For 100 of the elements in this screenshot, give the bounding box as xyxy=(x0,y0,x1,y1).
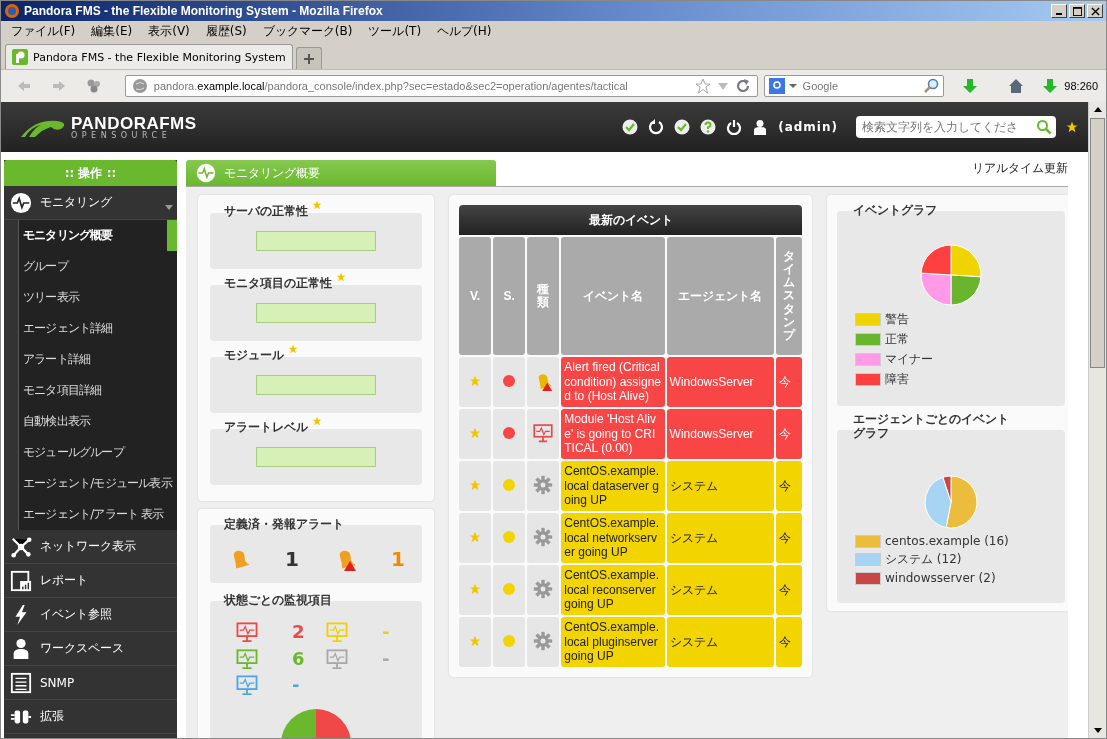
user-name[interactable]: (admin) xyxy=(778,120,838,134)
logo-subtitle: OPENSOURCE xyxy=(71,131,173,140)
menu-item[interactable]: ヘルプ(H) xyxy=(437,22,492,40)
sidebar-item[interactable]: グループ xyxy=(19,251,177,282)
realtime-link[interactable]: リアルタイム更新 xyxy=(972,160,1068,177)
legend-label: windowsserver (2) xyxy=(885,571,996,585)
menu-item[interactable]: 表示(V) xyxy=(148,22,190,40)
sidebar-section[interactable]: レポート xyxy=(4,564,177,598)
menu-item[interactable]: 履歴(S) xyxy=(205,22,247,40)
refresh-icon[interactable] xyxy=(648,119,665,135)
status-dot xyxy=(503,478,516,491)
health-label: アラートレベル xyxy=(224,419,308,435)
gear-icon xyxy=(533,526,554,547)
column-header: S. xyxy=(493,237,526,355)
monitor-count: - xyxy=(382,621,390,643)
web-search-box[interactable]: Google xyxy=(763,75,945,97)
menu-item[interactable]: ツール(T) xyxy=(368,22,422,40)
sidebar-section[interactable]: SNMP xyxy=(4,666,177,700)
gear-icon xyxy=(533,630,554,651)
table-cell: 今 xyxy=(775,409,802,459)
legend-label: 障害 xyxy=(885,371,909,388)
table-cell: CentOS.example.local reconserver going UP xyxy=(561,565,665,615)
sidebar-item[interactable]: エージェント/モジュール表示 xyxy=(19,468,177,499)
help-icon[interactable] xyxy=(700,119,717,135)
check-icon[interactable] xyxy=(674,119,691,135)
maximize-icon xyxy=(1072,6,1082,16)
table-cell: WindowsServer xyxy=(666,357,774,407)
pulse-icon xyxy=(10,191,32,214)
table-cell: WindowsServer xyxy=(666,409,774,459)
home-icon[interactable] xyxy=(1008,78,1025,94)
health-label: モジュール xyxy=(224,347,284,363)
network-icon xyxy=(10,535,32,558)
status-dot xyxy=(503,426,516,439)
health-label: サーバの正常性 xyxy=(224,203,308,219)
pie-chart-drawing xyxy=(919,243,983,307)
table-cell: CentOS.example.local dataserver going UP xyxy=(561,461,665,511)
menu-item[interactable]: 編集(E) xyxy=(91,22,133,40)
monitor-count: 2 xyxy=(292,621,305,643)
counter-text: 98:260 xyxy=(1064,80,1098,92)
circles-icon xyxy=(86,78,103,94)
globe-icon xyxy=(131,78,148,94)
sidebar-section[interactable]: 拡張 xyxy=(4,700,177,734)
legend-label: centos.example (16) xyxy=(885,534,1009,548)
monitor-count: 6 xyxy=(292,647,305,670)
maximize-button[interactable] xyxy=(1069,4,1085,18)
sidebar-item[interactable]: モニタ項目詳細 xyxy=(19,375,177,406)
sidebar-item[interactable]: エージェント詳細 xyxy=(19,313,177,344)
window-title: Pandora FMS - the Flexible Monitoring System - Mozilla Firefox xyxy=(24,4,383,18)
scrollbar[interactable] xyxy=(1088,102,1106,738)
table-title: 最新のイベント xyxy=(459,205,802,235)
star-icon xyxy=(336,272,346,282)
search-icon[interactable] xyxy=(923,78,940,94)
table-cell: Module 'Host Alive' is going to CRITICAL (0.00) xyxy=(561,409,665,459)
sidebar-section[interactable]: イベント参照 xyxy=(4,598,177,632)
status-dot xyxy=(503,634,516,647)
table-cell: システム xyxy=(666,565,774,615)
sidebar-section[interactable]: ワークスペース xyxy=(4,632,177,666)
section-title: 状態ごとの監視項目 xyxy=(224,593,333,607)
star-icon xyxy=(288,344,298,354)
sidebar-item[interactable]: エージェント/アラート 表示 xyxy=(19,499,177,530)
status-dot xyxy=(503,374,516,387)
table-cell: CentOS.example.local pluginserver going UP xyxy=(561,617,665,667)
monitor-count: - xyxy=(292,674,300,696)
menu-item[interactable]: ファイル(F) xyxy=(11,22,76,40)
sidebar-item[interactable]: 自動検出表示 xyxy=(19,406,177,437)
star-icon xyxy=(469,374,482,387)
new-tab-button[interactable] xyxy=(295,47,322,69)
check-icon[interactable] xyxy=(622,119,639,135)
star-icon[interactable] xyxy=(1066,121,1078,133)
sidebar-item[interactable]: モニタリング概要 xyxy=(19,220,177,251)
pie-chart-drawing xyxy=(281,708,351,738)
browser-tab[interactable]: Pandora FMS - the Flexible Monitoring System xyxy=(5,44,293,69)
dropdown-icon[interactable] xyxy=(788,82,797,90)
search-box[interactable]: 検索文字列を入力してくださ xyxy=(856,116,1056,138)
plus-icon xyxy=(302,52,315,65)
star-icon xyxy=(469,634,482,647)
table-cell: 今 xyxy=(775,461,802,511)
minimize-button[interactable] xyxy=(1051,4,1067,18)
menu-item[interactable]: ブックマーク(B) xyxy=(262,22,353,40)
star-icon xyxy=(312,416,322,426)
table-cell: 今 xyxy=(775,617,802,667)
sidebar-item[interactable]: モジュールグループ xyxy=(19,437,177,468)
sidebar-item[interactable]: ツリー表示 xyxy=(19,282,177,313)
scroll-down-icon[interactable] xyxy=(1092,725,1103,735)
table-cell: CentOS.example.local networkserver going UP xyxy=(561,513,665,563)
table-cell: Alert fired (Critical condition) assigned to (Host Alive) xyxy=(561,357,665,407)
right-arrow-icon xyxy=(50,78,67,94)
table-cell: システム xyxy=(666,513,774,563)
sidebar-item[interactable]: アラート詳細 xyxy=(19,344,177,375)
reload-icon[interactable] xyxy=(734,78,751,94)
bookmark-star-icon[interactable] xyxy=(694,78,711,94)
monitor-count: - xyxy=(382,647,390,670)
close-button[interactable] xyxy=(1087,4,1103,18)
power-icon[interactable] xyxy=(726,119,743,135)
star-icon xyxy=(469,582,482,595)
scroll-up-icon[interactable] xyxy=(1092,105,1103,115)
address-bar[interactable]: pandora.example.local/pandora_console/index.php?sec=estado&sec2=operation/agentes/tactical xyxy=(124,75,758,97)
status-dot xyxy=(503,582,516,595)
star-icon xyxy=(312,200,322,210)
sidebar-section[interactable]: ネットワーク表示 xyxy=(4,530,177,564)
